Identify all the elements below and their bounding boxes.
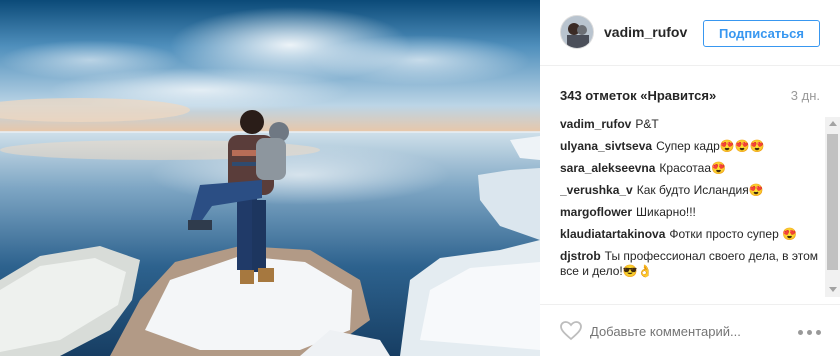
list-item: _verushka_v Как будто Исландия😍 (560, 183, 822, 198)
comment-author[interactable]: klaudiatartakinova (560, 227, 665, 241)
comment-input[interactable] (590, 320, 770, 342)
post-photo[interactable] (0, 0, 540, 356)
comment-text: Как будто Исландия😍 (636, 183, 764, 197)
scrollbar-thumb[interactable] (827, 134, 838, 270)
comments-list: vadim_rufov P&T ulyana_sivtseva Супер кадр… (560, 117, 822, 297)
list-item: vadim_rufov P&T (560, 117, 822, 132)
heart-icon[interactable] (560, 321, 582, 341)
comment-author[interactable]: ulyana_sivtseva (560, 139, 652, 153)
comment-bar (540, 304, 840, 356)
list-item: sara_alekseevna Красотаа😍 (560, 161, 822, 176)
scroll-up-arrow-icon[interactable] (829, 121, 837, 126)
comment-text: Фотки просто супер 😍 (669, 227, 798, 241)
comment-text: P&T (635, 117, 659, 131)
list-item: ulyana_sivtseva Супер кадр😍😍😍 (560, 139, 822, 154)
comment-author[interactable]: sara_alekseevna (560, 161, 655, 175)
list-item: klaudiatartakinova Фотки просто супер 😍 (560, 227, 822, 242)
avatar[interactable] (560, 15, 594, 49)
scroll-down-arrow-icon[interactable] (829, 287, 837, 292)
comment-author[interactable]: _verushka_v (560, 183, 633, 197)
comment-text: Супер кадр😍😍😍 (656, 139, 765, 153)
comment-author[interactable]: vadim_rufov (560, 117, 631, 131)
comment-author[interactable]: djstrob (560, 249, 601, 263)
list-item: margoflower Шикарно!!! (560, 205, 822, 220)
more-options-icon[interactable] (798, 330, 822, 336)
follow-button[interactable]: Подписаться (703, 20, 820, 47)
post-header: vadim_rufov Подписаться (540, 0, 840, 66)
list-item: djstrob Ты профессионал своего дела, в эт… (560, 249, 822, 279)
comment-text: Красотаа😍 (659, 161, 726, 175)
post-time[interactable]: 3 дн. (791, 88, 820, 103)
comment-author[interactable]: margoflower (560, 205, 632, 219)
comment-text: Шикарно!!! (636, 205, 696, 219)
post-username[interactable]: vadim_rufov (604, 24, 687, 40)
likes-count[interactable]: 343 отметок «Нравится» (560, 88, 716, 103)
